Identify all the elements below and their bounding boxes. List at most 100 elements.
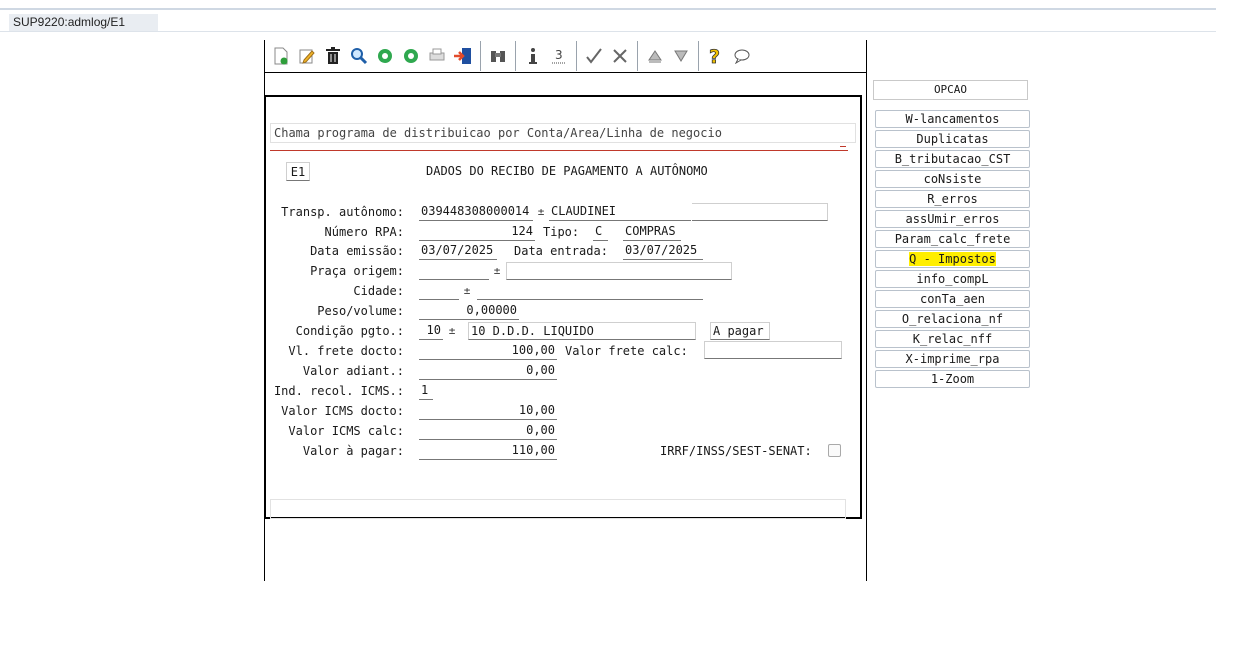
- option-label: O_relaciona_nf: [901, 312, 1004, 326]
- option-label: 1-Zoom: [930, 372, 975, 386]
- valor-icms-docto-field[interactable]: 10,00: [419, 402, 557, 420]
- numero-rpa-label: Número RPA:: [324, 225, 404, 239]
- tipo-field[interactable]: C: [593, 223, 608, 241]
- option-label: R_erros: [927, 192, 978, 206]
- print-icon[interactable]: [426, 45, 448, 67]
- ind-recol-icms-label: Ind. recol. ICMS.:: [273, 384, 404, 398]
- ind-recol-icms-field[interactable]: 1: [419, 382, 433, 400]
- option-item[interactable]: assUmir_erros: [875, 210, 1030, 228]
- option-item[interactable]: K_relac_nff: [875, 330, 1030, 348]
- toolbar: 3 ?: [270, 41, 757, 71]
- valor-icms-calc-field: 0,00: [419, 422, 557, 440]
- condicao-lookup-icon[interactable]: ±: [446, 324, 458, 338]
- svg-text:?: ?: [709, 46, 720, 66]
- screen-code: E1: [286, 162, 310, 181]
- valor-icms-calc-label: Valor ICMS calc:: [288, 424, 404, 438]
- peso-volume-label: Peso/volume:: [317, 304, 404, 318]
- edit-icon[interactable]: [296, 45, 318, 67]
- data-entrada-field[interactable]: 03/07/2025: [623, 242, 703, 260]
- condicao-code-field[interactable]: 10: [419, 322, 443, 340]
- top-border: [0, 8, 1216, 10]
- form-title: DADOS DO RECIBO DE PAGAMENTO A AUTÔNOMO: [426, 164, 708, 178]
- transp-code-field[interactable]: 039448308000014: [419, 203, 533, 221]
- numero-rpa-field[interactable]: 124: [419, 223, 535, 241]
- praca-origem-field[interactable]: [419, 262, 489, 280]
- valor-a-pagar-label: Valor à pagar:: [302, 444, 404, 458]
- new-doc-icon[interactable]: [270, 45, 292, 67]
- next-record-icon[interactable]: [400, 45, 422, 67]
- valor-a-pagar-field: 110,00: [419, 442, 557, 460]
- option-item[interactable]: R_erros: [875, 190, 1030, 208]
- cancel-icon[interactable]: [609, 45, 631, 67]
- vl-frete-docto-field[interactable]: 100,00: [419, 342, 557, 360]
- valor-frete-calc-label: Valor frete calc:: [565, 344, 688, 358]
- irrf-label: IRRF/INSS/SEST-SENAT:: [660, 444, 812, 458]
- toolbar-separator: [637, 41, 638, 71]
- cidade-lookup-icon[interactable]: ±: [461, 284, 473, 298]
- option-label: B_tributacao_CST: [894, 152, 1011, 166]
- transp-lookup-icon[interactable]: ±: [535, 205, 547, 219]
- option-item[interactable]: B_tributacao_CST: [875, 150, 1030, 168]
- condicao-desc-field: 10 D.D.D. LIQUIDO: [468, 322, 696, 340]
- tab-divider: [0, 31, 1216, 32]
- option-label: info_compL: [916, 272, 989, 286]
- vl-frete-docto-label: Vl. frete docto:: [288, 344, 404, 358]
- praca-origem-lookup-icon[interactable]: ±: [491, 264, 503, 278]
- option-item[interactable]: Param_calc_frete: [875, 230, 1030, 248]
- option-label: Duplicatas: [916, 132, 989, 146]
- praca-origem-label: Praça origem:: [310, 264, 404, 278]
- data-emissao-field[interactable]: 03/07/2025: [419, 242, 497, 260]
- window-frame-right: [866, 40, 867, 581]
- option-label: X-imprime_rpa: [905, 352, 1000, 366]
- transp-name-field[interactable]: CLAUDINEI: [549, 203, 691, 221]
- separator-line: [270, 150, 848, 151]
- tipo-desc-field: COMPRAS: [623, 223, 681, 241]
- option-label: K_relac_nff: [912, 332, 993, 346]
- svg-text:3: 3: [555, 48, 563, 62]
- list-icon[interactable]: 3: [548, 45, 570, 67]
- data-emissao-label: Data emissão:: [310, 244, 404, 258]
- valor-frete-calc-field: [704, 341, 842, 359]
- data-entrada-label: Data entrada:: [514, 244, 608, 258]
- irrf-checkbox[interactable]: [828, 444, 841, 457]
- help-icon[interactable]: ?: [705, 45, 727, 67]
- option-item[interactable]: X-imprime_rpa: [875, 350, 1030, 368]
- sort-up-icon[interactable]: [644, 45, 666, 67]
- exit-icon[interactable]: [452, 45, 474, 67]
- confirm-icon[interactable]: [583, 45, 605, 67]
- transp-name-extra: [692, 203, 828, 221]
- binoculars-icon[interactable]: [487, 45, 509, 67]
- option-item[interactable]: Duplicatas: [875, 130, 1030, 148]
- option-item[interactable]: 1-Zoom: [875, 370, 1030, 388]
- separator-tick: [840, 146, 846, 147]
- toolbar-separator: [515, 41, 516, 71]
- message-bar: Chama programa de distribuicao por Conta…: [270, 123, 856, 143]
- option-label: Param_calc_frete: [894, 232, 1011, 246]
- filter-icon[interactable]: [670, 45, 692, 67]
- peso-volume-field[interactable]: 0,00000: [419, 302, 519, 320]
- option-label: Q - Impostos: [909, 252, 996, 266]
- cidade-desc-field: [477, 282, 703, 300]
- option-item[interactable]: W-lancamentos: [875, 110, 1030, 128]
- prev-record-icon[interactable]: [374, 45, 396, 67]
- option-item[interactable]: info_compL: [875, 270, 1030, 288]
- toolbar-separator: [480, 41, 481, 71]
- option-item[interactable]: O_relaciona_nf: [875, 310, 1030, 328]
- chat-icon[interactable]: [731, 45, 753, 67]
- program-tab[interactable]: SUP9220:admlog/E1: [9, 14, 158, 31]
- toolbar-separator: [576, 41, 577, 71]
- search-icon[interactable]: [348, 45, 370, 67]
- tipo-label: Tipo:: [543, 225, 580, 239]
- option-item[interactable]: Q - Impostos: [875, 250, 1030, 268]
- delete-icon[interactable]: [322, 45, 344, 67]
- option-label: assUmir_erros: [905, 212, 1000, 226]
- option-item[interactable]: conTa_aen: [875, 290, 1030, 308]
- option-item[interactable]: coNsiste: [875, 170, 1030, 188]
- toolbar-separator: [698, 41, 699, 71]
- status-bar: [270, 499, 846, 519]
- cidade-field[interactable]: [419, 282, 459, 300]
- option-label: conTa_aen: [919, 292, 986, 306]
- valor-adiant-field[interactable]: 0,00: [419, 362, 557, 380]
- option-label: coNsiste: [923, 172, 982, 186]
- info-icon[interactable]: [522, 45, 544, 67]
